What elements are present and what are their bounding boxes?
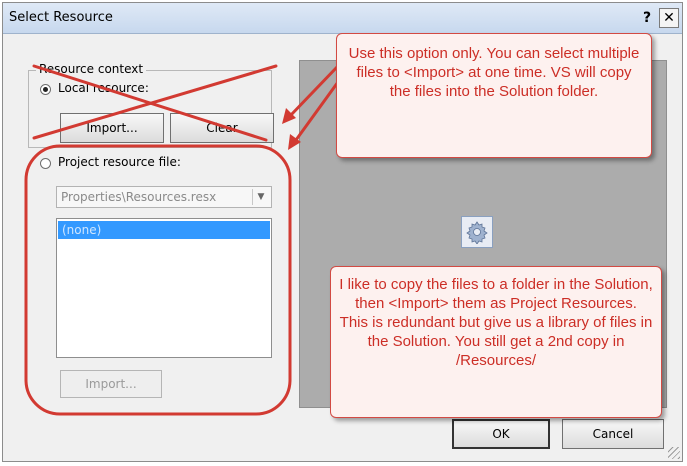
local-resource-radio[interactable] [40, 84, 51, 95]
resize-grip[interactable] [668, 447, 680, 459]
local-import-button[interactable]: Import... [60, 113, 164, 143]
annotation-callout-bottom: I like to copy the files to a folder in … [330, 266, 662, 418]
clear-button[interactable]: Clear [170, 113, 274, 143]
annotation-callout-top: Use this option only. You can select mul… [336, 33, 652, 158]
resource-context-label: Resource context [36, 62, 147, 76]
local-resource-label: Local resource: [58, 81, 149, 95]
cancel-button[interactable]: Cancel [562, 419, 664, 449]
close-button[interactable]: ✕ [659, 8, 679, 28]
project-import-button[interactable]: Import... [60, 370, 162, 398]
chevron-down-icon[interactable]: ▼ [252, 189, 269, 205]
resource-file-combo-value: Properties\Resources.resx [61, 190, 217, 204]
gear-icon [461, 216, 493, 248]
title-bar[interactable]: Select Resource ? ✕ [3, 3, 682, 34]
ok-button[interactable]: OK [452, 419, 550, 449]
project-resource-label: Project resource file: [58, 155, 181, 169]
list-item[interactable]: (none) [58, 221, 270, 239]
dialog-title: Select Resource [9, 10, 113, 25]
help-button[interactable]: ? [637, 8, 657, 28]
resource-file-combo[interactable]: Properties\Resources.resx ▼ [56, 186, 272, 208]
project-resource-radio[interactable] [40, 158, 51, 169]
resource-listbox[interactable]: (none) [56, 218, 272, 358]
